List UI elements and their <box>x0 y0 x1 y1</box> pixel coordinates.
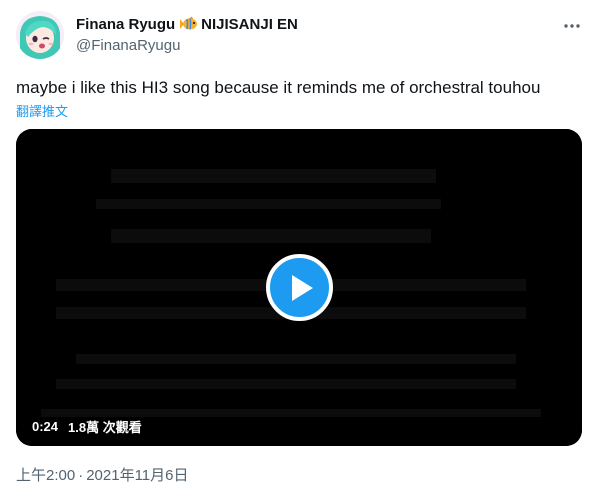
tropical-fish-icon <box>179 16 198 32</box>
tweet-timestamp[interactable]: 上午2:00 · 2021年11月6日 <box>16 464 189 485</box>
tweet-header: Finana Ryugu NIJISANJI EN @FinanaRyugu <box>76 15 298 55</box>
author-avatar[interactable] <box>16 11 64 59</box>
video-duration: 0:24 <box>32 419 59 434</box>
more-options-icon[interactable] <box>561 18 583 34</box>
play-icon <box>292 275 313 301</box>
author-affiliation[interactable]: NIJISANJI EN <box>201 16 298 33</box>
author-display-name[interactable]: Finana Ryugu <box>76 16 175 33</box>
view-count: 1.8萬 次觀看 <box>68 420 142 435</box>
author-handle[interactable]: @FinanaRyugu <box>76 37 298 54</box>
avatar-image <box>16 11 64 59</box>
tweet-date: 2021年11月6日 <box>86 467 189 484</box>
translate-tweet-link[interactable]: 翻譯推文 <box>16 101 68 120</box>
timestamp-separator: · <box>78 467 84 484</box>
name-row: Finana Ryugu NIJISANJI EN <box>76 15 298 33</box>
video-meta: 0:24 1.8萬 次觀看 <box>32 417 142 436</box>
video-player[interactable]: 0:24 1.8萬 次觀看 <box>16 129 582 446</box>
tweet-time: 上午2:00 <box>16 467 76 484</box>
play-button[interactable] <box>266 254 333 321</box>
tweet-text: maybe i like this HI3 song because it re… <box>16 78 541 97</box>
